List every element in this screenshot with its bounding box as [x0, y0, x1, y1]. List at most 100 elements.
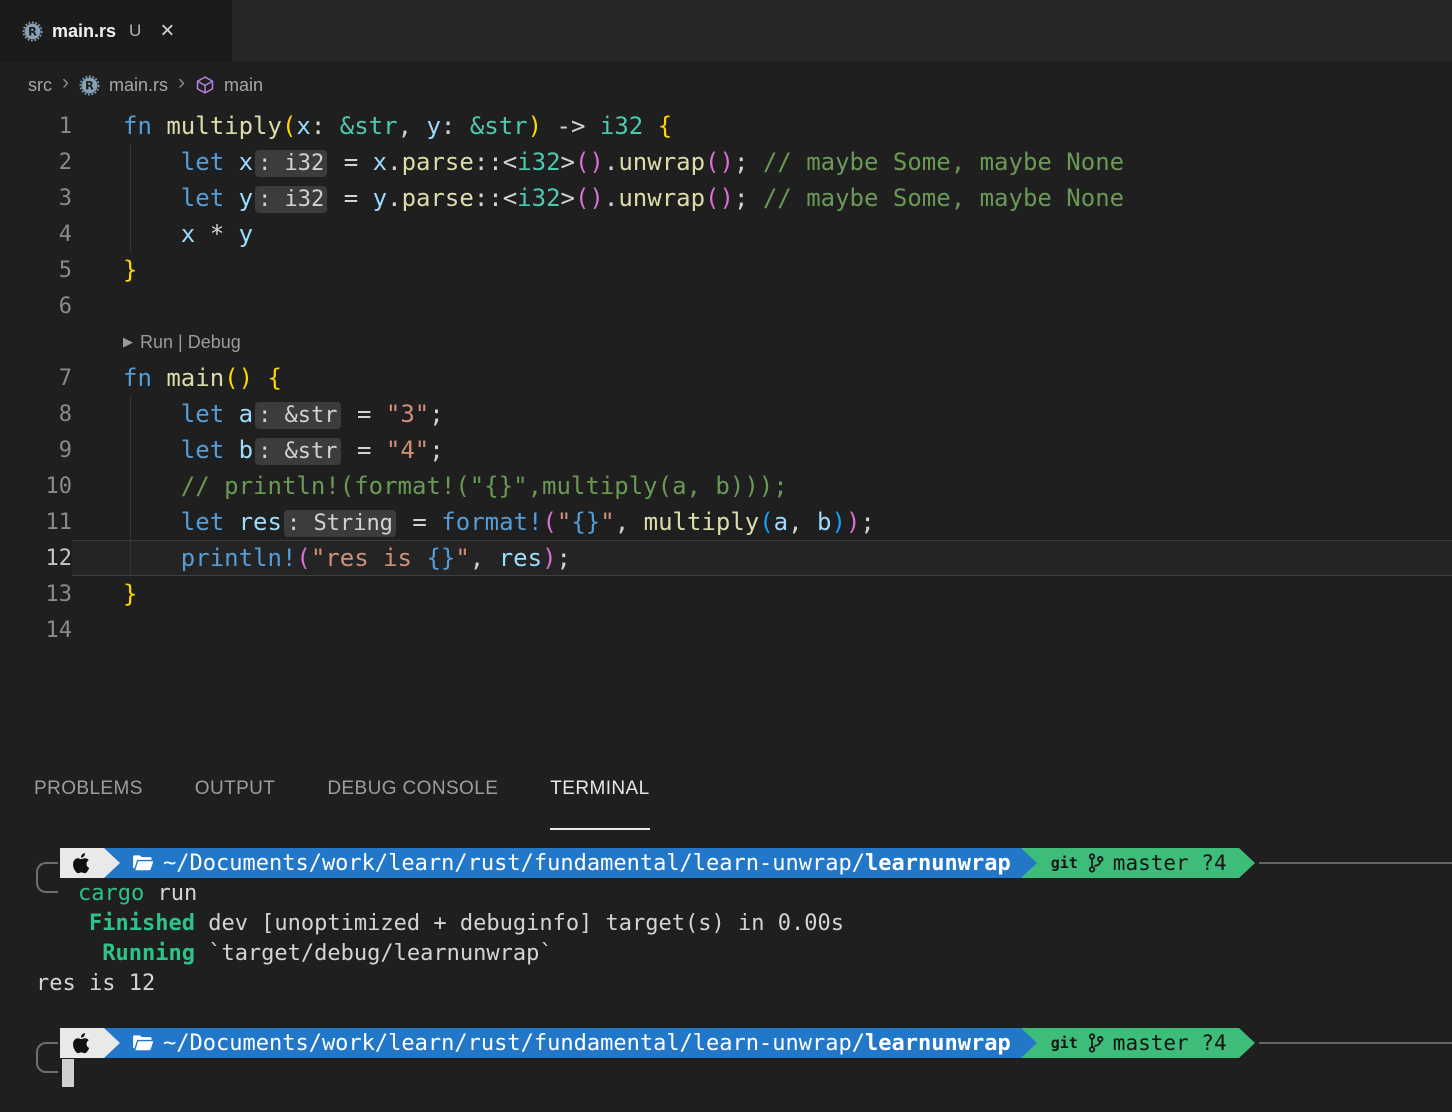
code-line-10[interactable]: 10 // println!(format!("{}",multiply(a, … [0, 468, 1452, 504]
code-lens-label[interactable]: Run | Debug [140, 332, 241, 353]
breadcrumb-symbol[interactable]: main [224, 75, 263, 96]
powerline-arrow [104, 1028, 120, 1058]
tab-dirty-indicator: U [129, 21, 142, 40]
inlay-hint: : &str [255, 438, 341, 465]
prompt-git-segment: git master ?4 [1036, 1028, 1239, 1058]
rust-icon: R [22, 21, 43, 41]
code-text: let res: String = format!("{}", multiply… [180, 508, 875, 537]
prompt-path-segment: ~/Documents/work/learn/rust/fundamental/… [120, 1028, 1021, 1058]
prompt-path: ~/Documents/work/learn/rust/fundamental/… [163, 850, 1011, 876]
powerline-arrow [1020, 1028, 1037, 1058]
inlay-hint: : &str [255, 402, 341, 429]
powerline-arrow [104, 848, 120, 878]
git-branch-icon [1088, 1033, 1104, 1053]
prompt-frame-bracket [36, 1042, 58, 1073]
terminal-command: cargo run [78, 880, 198, 906]
panel-tab-problems[interactable]: PROBLEMS [34, 778, 143, 830]
git-branch-icon [1088, 853, 1104, 873]
terminal[interactable]: ~/Documents/work/learn/rust/fundamental/… [0, 848, 1452, 1112]
code-line-7[interactable]: 7 fn main() { [0, 360, 1452, 396]
code-text: let b: &str = "4"; [180, 436, 444, 465]
code-line-3[interactable]: 3 let y: i32 = y.parse::<i32>().unwrap()… [0, 180, 1452, 216]
tab-title: main.rs [52, 20, 117, 41]
folder-open-icon [133, 1035, 154, 1051]
close-icon[interactable]: × [160, 19, 174, 43]
code-line-1[interactable]: 1 fn multiply(x: &str, y: &str) -> i32 { [0, 108, 1452, 144]
terminal-cursor [62, 1059, 74, 1087]
git-label: git [1050, 854, 1078, 872]
tab-main-rs[interactable]: R main.rs U × [0, 0, 232, 62]
rust-icon-slot: R [79, 75, 100, 96]
prompt-rule-line [1258, 1042, 1452, 1044]
code-line-6[interactable]: 6 [0, 288, 1452, 324]
code-line-11[interactable]: 11 let res: String = format!("{}", multi… [0, 504, 1452, 540]
cube-icon [196, 76, 214, 94]
line-number: 11 [45, 509, 73, 535]
panel-tab-terminal[interactable]: TERMINAL [550, 778, 650, 830]
apple-icon [73, 852, 90, 873]
line-number: 9 [58, 437, 72, 463]
prompt-os-segment [60, 848, 104, 878]
line-number: 2 [58, 149, 72, 175]
breadcrumb-src[interactable]: src [28, 75, 52, 96]
prompt-os-segment [60, 1028, 104, 1058]
rust-icon-slot: R [22, 21, 43, 42]
powerline-arrow [1238, 1028, 1255, 1058]
code-text: } [123, 256, 138, 284]
rust-icon: R [79, 75, 100, 95]
code-text: } [123, 580, 138, 608]
code-line-13[interactable]: 13} [0, 576, 1452, 612]
breadcrumb-file[interactable]: main.rs [109, 75, 168, 96]
folder-open-icon [133, 855, 154, 871]
breadcrumb: src › R main.rs › main [0, 62, 1452, 108]
code-editor[interactable]: 1 fn multiply(x: &str, y: &str) -> i32 { 2… [0, 108, 1452, 648]
code-line-4[interactable]: 4 x * y [0, 216, 1452, 252]
panel-tab-debug-console[interactable]: DEBUG CONSOLE [327, 778, 498, 830]
indent-guide [130, 396, 131, 576]
apple-icon [73, 1032, 90, 1053]
terminal-prompt: ~/Documents/work/learn/rust/fundamental/… [0, 848, 1452, 878]
play-icon[interactable]: ▶ [123, 334, 133, 350]
svg-text:R: R [28, 24, 37, 38]
code-text: fn main() { [123, 364, 282, 392]
indent-guide [130, 144, 131, 252]
code-text: println!("res is {}", res); [72, 540, 1452, 576]
svg-text:R: R [85, 78, 94, 92]
code-line-8[interactable]: 8 let a: &str = "3"; [0, 396, 1452, 432]
code-line-12[interactable]: 12 println!("res is {}", res); [0, 540, 1452, 576]
code-lens-run-debug[interactable]: ▶ Run | Debug [0, 324, 1452, 360]
prompt-path-current-dir: learnunwrap [865, 850, 1011, 876]
code-text: let a: &str = "3"; [180, 400, 444, 429]
inlay-hint: : String [283, 510, 396, 537]
code-text: fn multiply(x: &str, y: &str) -> i32 { [123, 112, 673, 140]
terminal-output-line: res is 12 [36, 970, 156, 996]
line-number: 13 [45, 581, 73, 607]
panel-tab-output[interactable]: OUTPUT [195, 778, 276, 830]
code-text: let x: i32 = x.parse::<i32>().unwrap(); … [180, 148, 1125, 177]
editor-tab-bar: R main.rs U × [0, 0, 1452, 62]
line-number: 8 [58, 401, 72, 427]
code-line-9[interactable]: 9 let b: &str = "4"; [0, 432, 1452, 468]
chevron-right-icon: › [178, 71, 186, 94]
inlay-hint: : i32 [255, 150, 328, 177]
inlay-hint: : i32 [255, 186, 328, 213]
code-line-14[interactable]: 14 [0, 612, 1452, 648]
prompt-rule-line [1258, 862, 1452, 864]
line-number: 10 [45, 473, 73, 499]
terminal-output-line: Finished dev [unoptimized + debuginfo] t… [88, 910, 844, 936]
prompt-path-segment: ~/Documents/work/learn/rust/fundamental/… [120, 848, 1021, 878]
line-number: 4 [58, 221, 72, 247]
prompt-path: ~/Documents/work/learn/rust/fundamental/… [163, 1030, 1011, 1056]
prompt-path-current-dir: learnunwrap [865, 1030, 1011, 1056]
line-number: 7 [58, 365, 72, 391]
line-number: 1 [58, 113, 72, 139]
cube-icon-slot [195, 75, 215, 95]
code-line-5[interactable]: 5} [0, 252, 1452, 288]
code-line-2[interactable]: 2 let x: i32 = x.parse::<i32>().unwrap()… [0, 144, 1452, 180]
prompt-frame-bracket [36, 862, 58, 893]
line-number: 5 [58, 257, 72, 283]
terminal-cursor-row [0, 1058, 1452, 1088]
